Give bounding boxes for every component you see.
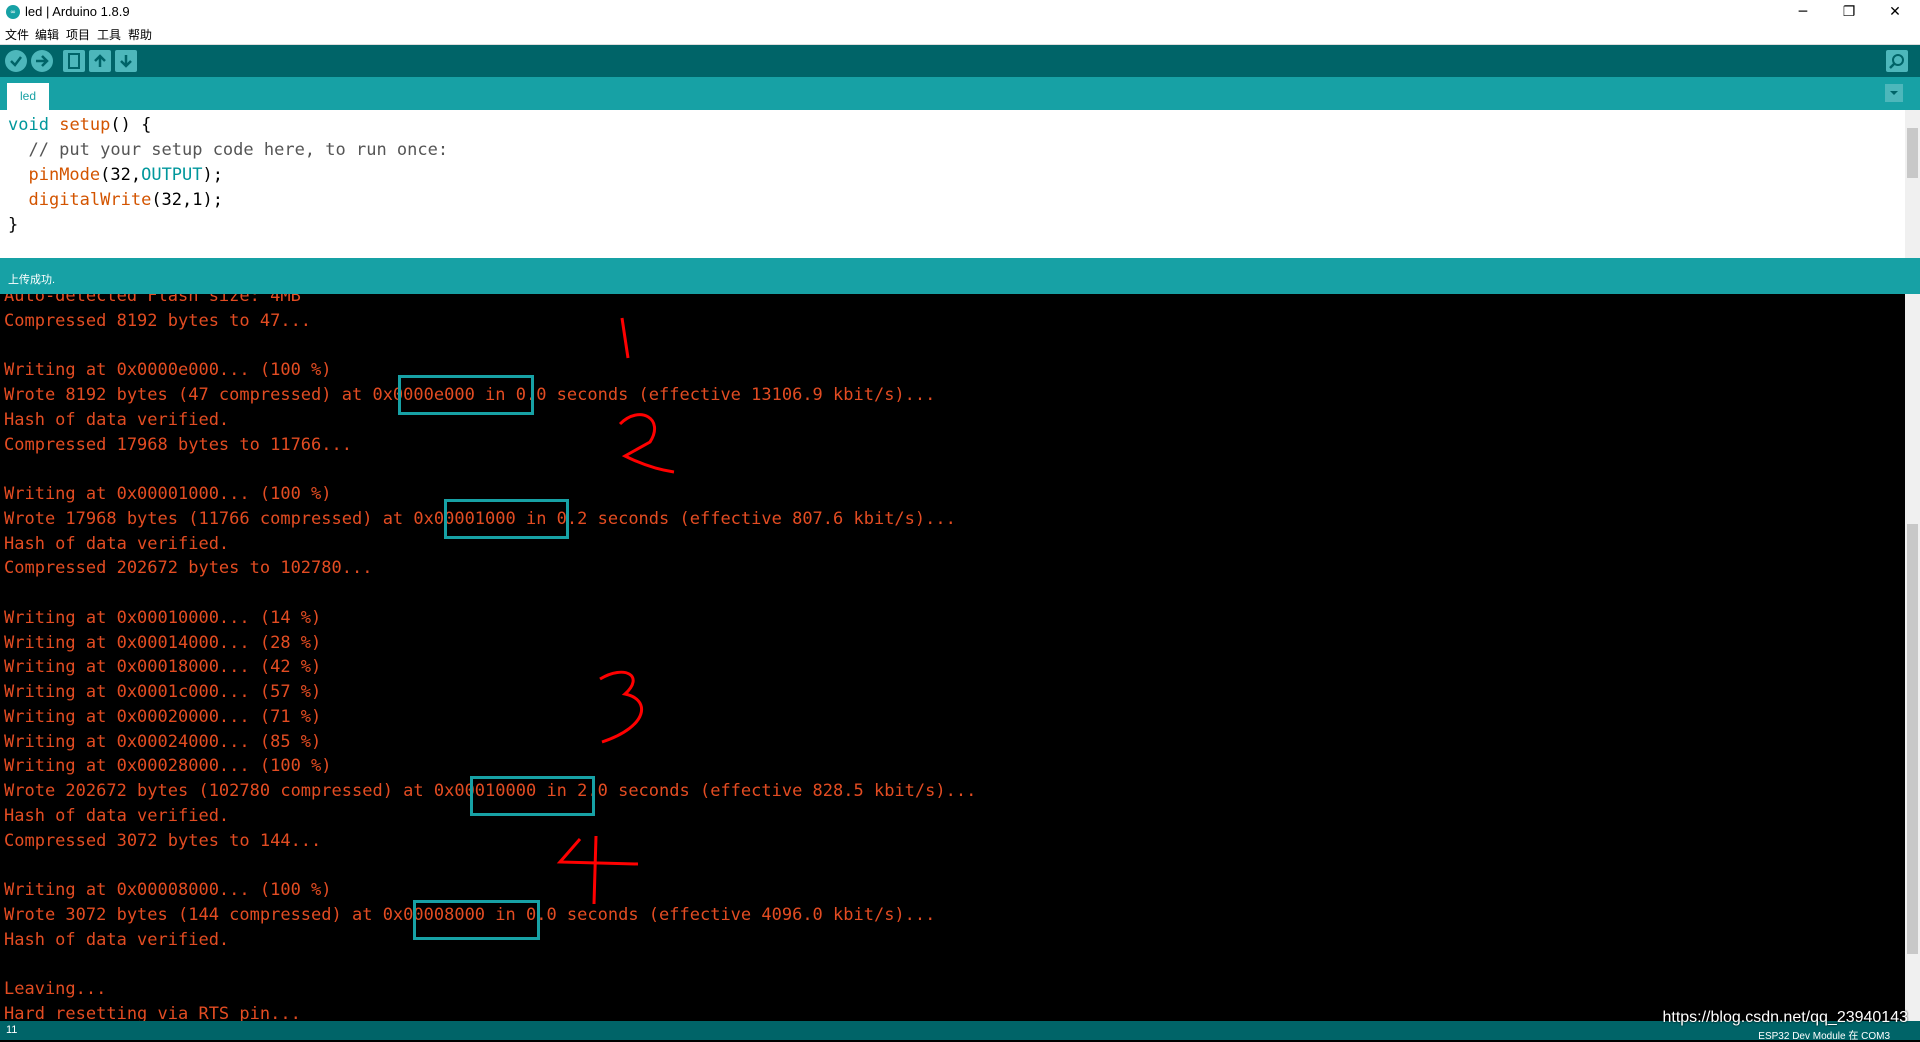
annotation-1: [620, 317, 630, 359]
toolbar: [0, 45, 1920, 77]
console-scroll-thumb[interactable]: [1907, 524, 1918, 954]
code-line-2: // put your setup code here, to run once…: [8, 140, 449, 160]
save-button[interactable]: [115, 50, 137, 72]
magnifier-icon: [1889, 54, 1904, 69]
editor-scrollbar[interactable]: [1905, 110, 1920, 258]
new-button[interactable]: [63, 50, 85, 72]
status-message: 上传成功.: [8, 274, 56, 286]
watermark: https://blog.csdn.net/qq_23940143: [1662, 1009, 1908, 1026]
open-button[interactable]: [89, 50, 111, 72]
annotation-4: [556, 835, 639, 905]
verify-button[interactable]: [5, 50, 27, 72]
new-file-icon: [68, 53, 80, 69]
code-editor[interactable]: void setup() { // put your setup code he…: [0, 110, 1905, 258]
menu-edit[interactable]: 编辑: [35, 26, 59, 43]
arrow-down-icon: [120, 55, 132, 68]
menu-sketch[interactable]: 项目: [66, 26, 90, 43]
annotation-2: [618, 413, 675, 474]
console-scrollbar[interactable]: [1905, 294, 1920, 1021]
upload-button[interactable]: [31, 50, 53, 72]
tab-bar: led: [0, 77, 1920, 110]
tab-led[interactable]: led: [7, 83, 49, 110]
annotation-3: [599, 670, 643, 744]
bottom-status-bar: 11 ESP32 Dev Module 在 COM3: [0, 1021, 1920, 1042]
editor-scroll-thumb[interactable]: [1907, 128, 1918, 178]
chevron-down-icon: [1890, 91, 1898, 95]
restore-button[interactable]: ❐: [1826, 0, 1872, 24]
code-line-3: pinMode(32,OUTPUT);: [28, 165, 223, 185]
line-number: 11: [6, 1024, 18, 1036]
menu-file[interactable]: 文件: [5, 26, 29, 43]
code-line-4: digitalWrite(32,1);: [28, 190, 223, 210]
tab-menu-button[interactable]: [1885, 84, 1903, 102]
status-strip: 上传成功.: [0, 258, 1920, 294]
arrow-right-icon: [36, 55, 49, 67]
close-button[interactable]: ✕: [1872, 0, 1918, 24]
arrow-up-icon: [94, 54, 106, 67]
title-bar: ∞ led | Arduino 1.8.9 ─ ❐ ✕: [0, 0, 1920, 24]
minimize-button[interactable]: ─: [1780, 0, 1826, 24]
handwritten-annotations: [556, 317, 675, 905]
arduino-logo-icon: ∞: [6, 5, 20, 19]
menu-help[interactable]: 帮助: [128, 26, 152, 43]
menu-tools[interactable]: 工具: [97, 26, 121, 43]
code-line-5: }: [8, 215, 19, 235]
code-line-1: void setup() {: [8, 115, 152, 135]
check-icon: [10, 56, 22, 67]
serial-monitor-button[interactable]: [1886, 50, 1908, 72]
window-title: led | Arduino 1.8.9: [25, 4, 130, 19]
menu-bar: 文件 编辑 项目 工具 帮助: [0, 24, 1920, 45]
